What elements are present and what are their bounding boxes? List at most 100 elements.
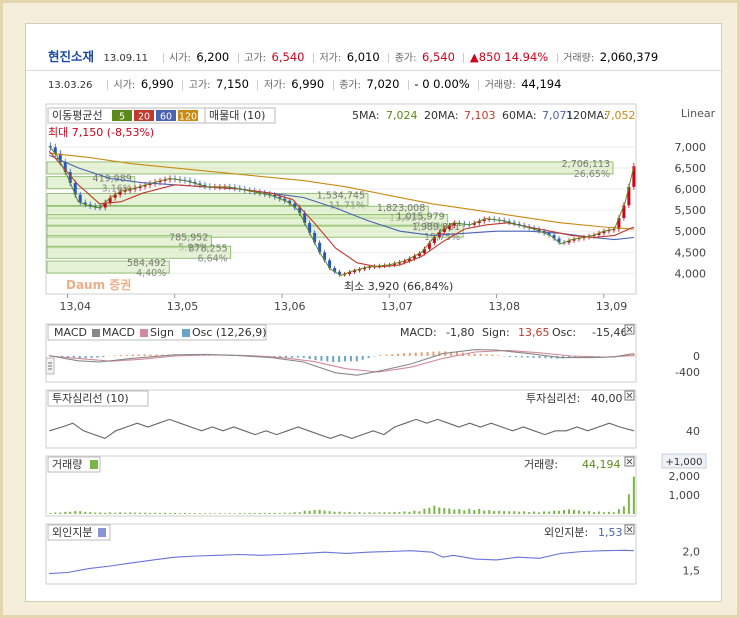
close-icon[interactable] xyxy=(624,324,635,335)
volume-scale-badge-label: +1,000 xyxy=(665,457,702,468)
macd-readout-value: -1,80 xyxy=(446,326,474,339)
price-tick-label: 5,000 xyxy=(675,225,707,238)
volume-profile-pct: 3,16% xyxy=(102,184,132,195)
foreign-axis: 2,0 1,5 xyxy=(683,545,701,577)
volume-legend[interactable]: 거래량 xyxy=(47,456,101,473)
chart-svg[interactable]: 2,706,11326,65%419,9893,16%1,534,74511,7… xyxy=(26,100,723,600)
low-label: 저가: xyxy=(319,53,342,64)
divider xyxy=(312,53,314,63)
high-label: 고가: xyxy=(244,53,267,64)
volume-tick-label: 1,000 xyxy=(669,489,701,502)
volume-label: 거래량: xyxy=(563,53,595,64)
macd-legend-item: MACD xyxy=(102,326,135,339)
cursor-change-value: - 0 0.00% xyxy=(414,77,470,91)
legend-period-120: 120 xyxy=(179,112,197,123)
cursor-volume-label: 거래량: xyxy=(484,80,516,91)
macd-legend-item: MACD xyxy=(54,326,87,339)
cursor-close-label: 종가: xyxy=(339,80,361,91)
volume-readout-label: 거래량: xyxy=(524,458,558,471)
watermark: Daum 증권 xyxy=(66,278,131,292)
panel-handle-icon[interactable] xyxy=(45,357,55,375)
volume-legend-label: 거래량 xyxy=(52,458,82,471)
macd-axis: 0 -400 xyxy=(675,350,700,379)
max-annotation: 최대 7,150 (-8,53%) xyxy=(48,126,154,139)
cursor-high-label: 고가: xyxy=(188,80,211,91)
psychology-legend-label: 투자심리선 (10) xyxy=(52,392,129,405)
volume-profile-pct: 4,40% xyxy=(136,268,166,279)
stock-name[interactable]: 현진소재 xyxy=(48,49,94,64)
legend-period-20: 20 xyxy=(138,112,150,123)
psychology-legend[interactable]: 투자심리선 (10) xyxy=(47,390,149,407)
psychology-readout-label: 투자심리선: xyxy=(526,392,580,405)
price-tick-label: 4,000 xyxy=(675,267,707,280)
date-tick-label: 13,07 xyxy=(381,300,413,313)
cursor-open-value: 6,990 xyxy=(140,77,174,91)
cursor-high-value: 7,150 xyxy=(216,77,249,91)
osc-readout-value: -15,46 xyxy=(592,326,627,339)
close-value: 6,540 xyxy=(421,50,455,64)
min-annotation: 최소 3,920 (66,84%) xyxy=(344,280,453,293)
ma-legend[interactable]: 이동평균선 5 20 60 120 xyxy=(47,107,217,124)
close-label: 종가: xyxy=(394,53,417,64)
foreign-readout-label: 외인지분: xyxy=(544,526,588,539)
divider xyxy=(162,53,164,63)
ma120-value: 7,052 xyxy=(604,109,636,122)
ma5-label: 5MA: xyxy=(352,109,380,122)
ma60-label: 60MA: xyxy=(502,109,537,122)
open-value: 6,200 xyxy=(196,50,230,64)
foreign-tick-label: 2,0 xyxy=(683,545,701,558)
cursor-close-value: 7,020 xyxy=(366,77,400,91)
low-value: 6,010 xyxy=(346,50,380,64)
legend-period-60: 60 xyxy=(160,112,172,123)
sign-legend-item: Sign xyxy=(150,326,174,339)
macd-legend[interactable]: MACD MACD Sign Osc (12,26,9) xyxy=(47,324,267,341)
ma20-label: 20MA: xyxy=(424,109,459,122)
open-label: 시가: xyxy=(169,53,191,64)
profile-legend[interactable]: 매물대 (10) xyxy=(204,107,276,124)
divider xyxy=(478,80,480,90)
cursor-low-value: 6,990 xyxy=(291,77,325,91)
volume-axis: 2,000 1,000 xyxy=(669,470,701,502)
foreign-legend[interactable]: 외인지분 xyxy=(47,524,111,541)
volume-tick-label: 2,000 xyxy=(669,470,701,483)
cursor-header: 13.03.26 시가: 6,990 고가: 7,150 저가: 6,990 종… xyxy=(26,76,723,92)
chart-container: 현진소재 13.09.11 시가: 6,200 고가: 6,540 저가: 6,… xyxy=(25,23,723,602)
divider xyxy=(388,53,390,63)
macd-readout-label: MACD: xyxy=(400,326,437,339)
divider xyxy=(107,80,109,90)
date-axis: 13,04 13,05 13,06 13,07 13,08 13,09 xyxy=(59,294,627,313)
price-axis: 7,000 6,500 6,000 5,500 5,000 4,500 4,000 xyxy=(675,141,707,280)
psychology-readout-value: 40,00 xyxy=(591,392,623,405)
header-divider xyxy=(26,70,723,71)
divider xyxy=(257,80,259,90)
volume-profile-pct: 6,64% xyxy=(198,253,228,264)
close-icon[interactable] xyxy=(624,456,635,467)
date-tick-label: 13,04 xyxy=(59,300,91,313)
osc-legend-item: Osc (12,26,9) xyxy=(192,326,267,339)
close-icon[interactable] xyxy=(624,390,635,401)
volume-readout-value: 44,194 xyxy=(582,458,621,471)
scale-label[interactable]: Linear xyxy=(681,107,716,120)
legend-title: 이동평균선 xyxy=(52,109,103,122)
change-value: ▲850 14.94% xyxy=(469,50,549,64)
macd-tick-label: -400 xyxy=(675,366,700,379)
psychology-tick-label: 40 xyxy=(686,425,700,438)
close-icon[interactable] xyxy=(624,524,635,535)
sign-readout-label: Sign: xyxy=(482,326,510,339)
price-tick-label: 6,500 xyxy=(675,162,707,175)
divider xyxy=(463,53,465,63)
ma120-label: 120MA: xyxy=(566,109,608,122)
volume-profile-pct: 26,65% xyxy=(574,169,610,180)
divider xyxy=(237,53,239,63)
date-tick-label: 13,05 xyxy=(167,300,199,313)
profile-label: 매물대 (10) xyxy=(209,109,265,122)
divider xyxy=(182,80,184,90)
price-tick-label: 6,000 xyxy=(675,183,707,196)
cursor-low-label: 저가: xyxy=(263,80,286,91)
date-tick-label: 13,06 xyxy=(274,300,306,313)
price-tick-label: 4,500 xyxy=(675,246,707,259)
date-tick-label: 13,08 xyxy=(489,300,520,313)
divider xyxy=(332,80,334,90)
price-tick-label: 7,000 xyxy=(675,141,707,154)
cursor-open-label: 시가: xyxy=(113,80,136,91)
